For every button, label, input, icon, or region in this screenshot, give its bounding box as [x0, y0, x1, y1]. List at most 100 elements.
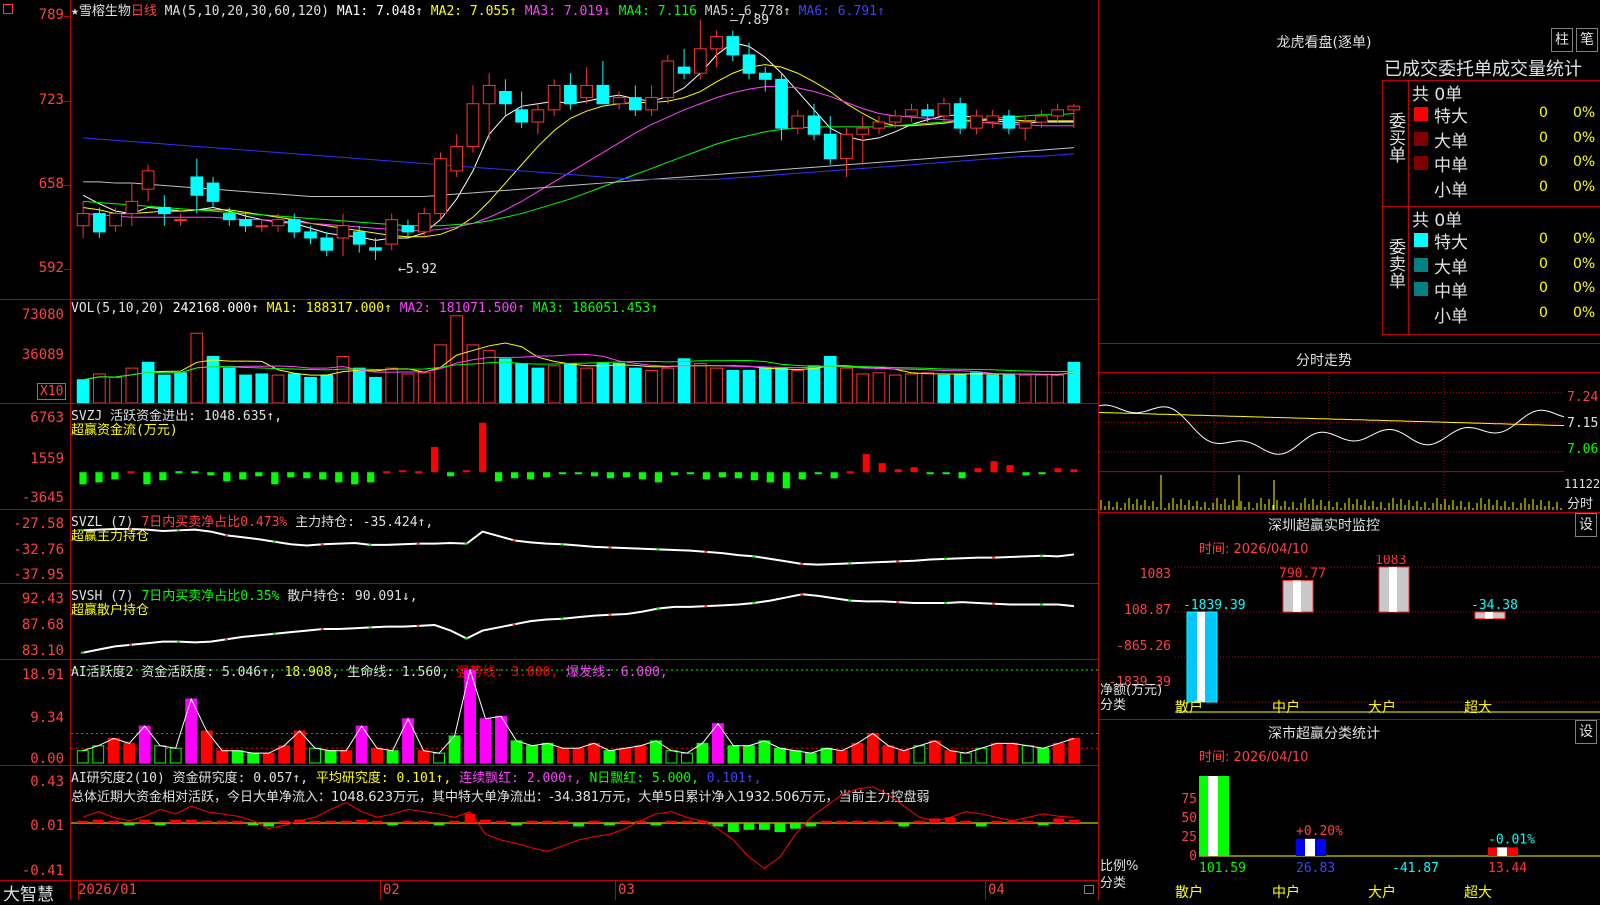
main-chart-area[interactable]: ★雪榕生物日线 MA(5,10,20,30,60,120) MA1: 7.048…	[0, 0, 1099, 905]
sz-stats-category-label: 超大	[1464, 885, 1492, 901]
sz-monitor-chart[interactable]: -1839.39 790.77 1083 -34.38	[1175, 555, 1600, 715]
lock-icon[interactable]	[1084, 885, 1094, 894]
svzj-chart[interactable]	[71, 404, 1098, 509]
volume-bar	[612, 362, 626, 403]
sz-stats-title: 深市超赢分类统计	[1268, 726, 1380, 742]
fund-flow-bar	[1006, 465, 1014, 473]
activity-bar	[479, 718, 492, 764]
activity-bar	[247, 752, 260, 764]
research-bar	[418, 820, 429, 823]
fund-flow-bar	[702, 472, 710, 480]
volume-bar	[564, 362, 577, 403]
research-bar	[480, 819, 491, 823]
svzl-line-dot	[320, 543, 324, 546]
research-bar	[882, 820, 894, 823]
fund-flow-bar	[319, 472, 327, 480]
fund-flow-bar	[510, 472, 519, 479]
activity-bar	[154, 745, 167, 764]
sz-monitor-bar-highlight	[1197, 612, 1205, 702]
volume-bar	[271, 374, 285, 403]
svzl-line-dot	[80, 529, 84, 532]
ai-research-chart[interactable]	[71, 766, 1098, 880]
ai-active-chart[interactable]	[71, 660, 1098, 765]
fund-flow-bar	[223, 472, 231, 482]
legend-swatch	[1414, 233, 1428, 247]
research-bar	[92, 819, 104, 823]
intraday-chart[interactable]	[1099, 373, 1600, 510]
volume-bar	[482, 350, 496, 403]
activity-bar	[727, 745, 740, 764]
candle-body	[1035, 115, 1048, 123]
candlestick-chart[interactable]	[71, 0, 1098, 299]
activity-bar	[231, 750, 244, 764]
fund-flow-bar	[622, 472, 631, 478]
research-bar	[154, 823, 166, 826]
svzj-axis-label: 1559	[30, 451, 64, 467]
sz-monitor-settings-button[interactable]: 设	[1575, 513, 1597, 537]
fund-flow-bar	[942, 472, 950, 475]
svzl-line-dot	[512, 539, 516, 542]
order-percent: 0%	[1573, 154, 1596, 170]
order-count: 0	[1539, 154, 1548, 170]
research-bar	[371, 820, 383, 823]
intraday-volume-unit: 分时	[1567, 497, 1594, 512]
sz-stats-settings-button[interactable]: 设	[1575, 720, 1597, 744]
activity-bar	[975, 747, 988, 764]
volume-bar	[921, 372, 935, 403]
sz-stats-category-label: 散户	[1175, 885, 1203, 901]
candle-body	[823, 133, 837, 160]
research-bar	[170, 819, 182, 823]
sz-stats-value-label: 101.59	[1199, 861, 1246, 876]
activity-bar	[789, 750, 802, 764]
candle-body	[450, 145, 464, 172]
legend-swatch	[1414, 282, 1428, 296]
volume-bar	[125, 367, 139, 403]
candle-body	[547, 84, 561, 111]
svzl-line-dot	[272, 540, 276, 543]
fund-flow-bar	[894, 469, 902, 473]
volume-bar	[369, 376, 382, 403]
sz-monitor-axis-label: 108.87	[1124, 603, 1171, 618]
svzl-line-dot	[800, 562, 804, 565]
fund-flow-bar	[974, 468, 982, 473]
activity-bar	[990, 742, 1003, 764]
candle-body	[141, 170, 155, 190]
sz-monitor-bar-highlight	[1389, 567, 1397, 612]
fund-flow-bar	[79, 472, 87, 485]
sz-stats-chart[interactable]: 101.59 26.83 -41.87 13.44 +0.20% -0.01%	[1199, 770, 1600, 900]
order-percent: 0%	[1573, 304, 1596, 321]
volume-bar	[856, 373, 870, 403]
volume-bar	[174, 372, 187, 403]
fund-flow-bar	[910, 467, 918, 473]
research-bar	[604, 823, 615, 826]
volume-bar	[1002, 373, 1016, 403]
volume-chart[interactable]	[71, 300, 1098, 403]
activity-bar	[340, 750, 353, 764]
sz-stats-bar-highlight	[1305, 838, 1315, 856]
volume-bar	[336, 356, 350, 403]
ai-research-axis-label: 0.43	[30, 774, 64, 790]
fund-flow-bar	[383, 471, 391, 474]
fund-flow-bar	[1038, 472, 1046, 475]
research-bar	[619, 820, 631, 823]
activity-bar	[1021, 745, 1034, 764]
volume-bar	[287, 373, 301, 403]
svsh-axis-label: 83.10	[21, 643, 64, 659]
volume-bar	[1035, 374, 1048, 403]
sz-stats-data-label: +0.20%	[1296, 824, 1343, 839]
svzl-chart[interactable]	[71, 510, 1098, 583]
candle-body	[466, 103, 480, 147]
intraday-price-line	[1099, 404, 1565, 455]
activity-bar	[1052, 742, 1065, 764]
activity-bar	[959, 752, 972, 764]
volume-bar	[109, 376, 122, 403]
activity-bar	[820, 747, 833, 764]
svsh-chart[interactable]	[71, 584, 1098, 659]
candle-body	[239, 219, 252, 227]
candle-body	[742, 54, 756, 74]
order-size-label: 小单	[1434, 180, 1468, 201]
pen-view-button[interactable]: 笔	[1576, 28, 1598, 52]
sz-stats-bar-highlight	[1497, 847, 1507, 856]
volume-bar	[661, 367, 675, 403]
bar-view-button[interactable]: 柱	[1551, 28, 1573, 52]
